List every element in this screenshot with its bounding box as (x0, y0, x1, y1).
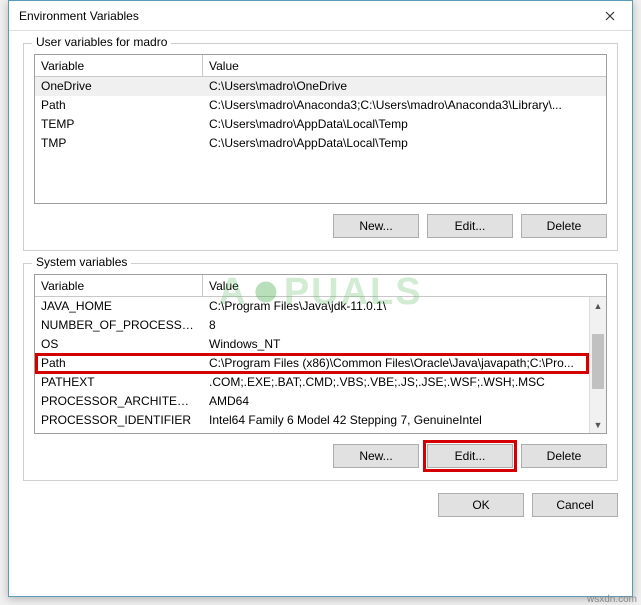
table-row[interactable]: PATHEXT .COM;.EXE;.BAT;.CMD;.VBS;.VBE;.J… (35, 373, 606, 392)
window-title: Environment Variables (19, 9, 587, 23)
system-variables-table[interactable]: Variable Value JAVA_HOME C:\Program File… (34, 274, 607, 434)
scroll-down-icon[interactable]: ▼ (590, 416, 606, 433)
scroll-thumb[interactable] (592, 334, 604, 389)
table-row[interactable]: JAVA_HOME C:\Program Files\Java\jdk-11.0… (35, 297, 606, 316)
col-header-variable[interactable]: Variable (35, 275, 203, 296)
table-row[interactable]: TMP C:\Users\madro\AppData\Local\Temp (35, 134, 606, 153)
system-group-label: System variables (32, 255, 131, 269)
col-header-variable[interactable]: Variable (35, 55, 203, 76)
user-new-button[interactable]: New... (333, 214, 419, 238)
col-header-value[interactable]: Value (203, 275, 606, 296)
user-edit-button[interactable]: Edit... (427, 214, 513, 238)
system-new-button[interactable]: New... (333, 444, 419, 468)
cancel-button[interactable]: Cancel (532, 493, 618, 517)
scroll-up-icon[interactable]: ▲ (590, 297, 606, 314)
col-header-value[interactable]: Value (203, 55, 606, 76)
system-edit-button[interactable]: Edit... (427, 444, 513, 468)
user-variables-group: User variables for madro Variable Value … (23, 43, 618, 251)
scrollbar[interactable]: ▲ ▼ (589, 297, 606, 433)
user-group-label: User variables for madro (32, 35, 171, 49)
table-row[interactable]: PROCESSOR_ARCHITECTURE AMD64 (35, 392, 606, 411)
table-row[interactable]: Path C:\Program Files (x86)\Common Files… (35, 354, 606, 373)
system-delete-button[interactable]: Delete (521, 444, 607, 468)
table-row[interactable]: NUMBER_OF_PROCESSORS 8 (35, 316, 606, 335)
close-icon[interactable] (587, 1, 632, 31)
user-variables-table[interactable]: Variable Value OneDrive C:\Users\madro\O… (34, 54, 607, 204)
table-row[interactable]: Path C:\Users\madro\Anaconda3;C:\Users\m… (35, 96, 606, 115)
user-delete-button[interactable]: Delete (521, 214, 607, 238)
titlebar[interactable]: Environment Variables (9, 1, 632, 31)
scroll-track[interactable] (590, 314, 606, 416)
table-row[interactable]: OneDrive C:\Users\madro\OneDrive (35, 77, 606, 96)
ok-button[interactable]: OK (438, 493, 524, 517)
env-vars-dialog: Environment Variables User variables for… (8, 0, 633, 597)
table-row[interactable]: OS Windows_NT (35, 335, 606, 354)
table-row[interactable]: TEMP C:\Users\madro\AppData\Local\Temp (35, 115, 606, 134)
table-row[interactable]: PROCESSOR_IDENTIFIER Intel64 Family 6 Mo… (35, 411, 606, 430)
system-variables-group: System variables Variable Value JAVA_HOM… (23, 263, 618, 481)
